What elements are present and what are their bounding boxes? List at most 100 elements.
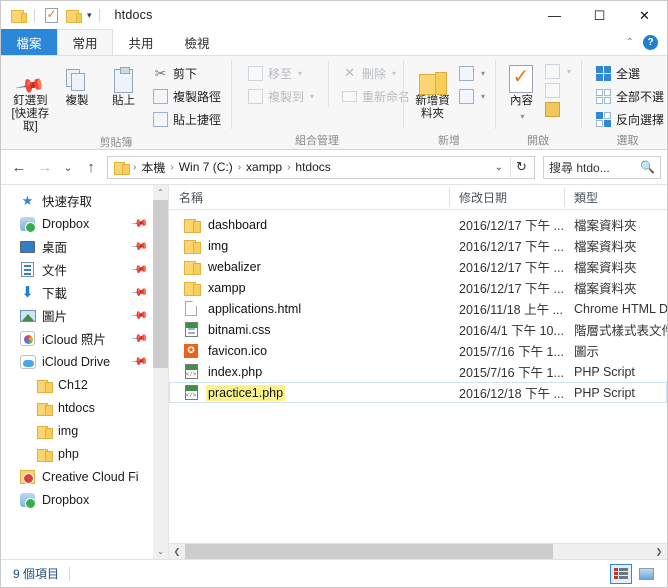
sidebar-item-label: Dropbox [42, 492, 90, 507]
column-header-name[interactable]: 名稱 [169, 185, 449, 210]
tab-file[interactable]: 檔案 [1, 29, 57, 55]
qat-folder-icon[interactable] [9, 6, 27, 24]
pin-to-quick-access-button[interactable]: 📌 釘選到 [快速存取] [8, 61, 53, 134]
breadcrumb-dropdown-icon[interactable]: ⌄ [489, 162, 509, 173]
table-row[interactable]: practice1.php 2016/12/18 下午 ... PHP Script [169, 382, 667, 403]
file-rows: dashboard 2016/12/17 下午 ... 檔案資料夾 img 2016/1… [169, 210, 667, 543]
properties-dropdown-icon[interactable]: ▾ [520, 110, 524, 123]
forward-button[interactable]: → [33, 155, 57, 179]
open-with-dropdown-icon[interactable]: ▾ [567, 67, 571, 76]
sidebar-item-icloud-照片[interactable]: iCloud 照片 📌 [1, 327, 153, 350]
table-row[interactable]: bitnami.css 2016/4/1 下午 10... 階層式樣式表文件 [169, 319, 667, 340]
sidebar-pin-icon[interactable]: 📌 [131, 283, 150, 302]
sidebar-item-圖片[interactable]: 圖片 📌 [1, 304, 153, 327]
table-row[interactable]: img 2016/12/17 下午 ... 檔案資料夾 [169, 235, 667, 256]
close-button[interactable]: ✕ [622, 1, 667, 29]
new-item-button[interactable]: ▾ [454, 62, 489, 84]
nav-scroll-down-button[interactable]: ⌄ [153, 544, 168, 559]
breadcrumb-item-1[interactable]: Win 7 (C:) [176, 160, 236, 174]
thumbnail-view-button[interactable] [635, 564, 657, 584]
table-row[interactable]: applications.html 2016/11/18 上午 ... Chrome… [169, 298, 667, 319]
dropbox-icon [19, 491, 36, 509]
table-row[interactable]: dashboard 2016/12/17 下午 ... 檔案資料夾 [169, 214, 667, 235]
tab-home[interactable]: 常用 [57, 29, 113, 55]
breadcrumb-item-2[interactable]: xampp [243, 160, 285, 174]
sidebar-item-htdocs[interactable]: htdocs [1, 396, 153, 419]
maximize-button[interactable]: ☐ [577, 1, 622, 29]
horizontal-scrollbar[interactable]: ❮ ❯ [169, 543, 667, 559]
table-row[interactable]: index.php 2015/7/16 下午 1... PHP Script [169, 361, 667, 382]
easy-access-dropdown-icon[interactable]: ▾ [481, 92, 485, 101]
copy-button[interactable]: 複製 [55, 61, 100, 108]
sidebar-item-dropbox[interactable]: Dropbox 📌 [1, 212, 153, 235]
breadcrumb-item-3[interactable]: htdocs [292, 160, 333, 174]
up-button[interactable]: ↑ [79, 155, 103, 179]
details-view-button[interactable] [610, 563, 632, 584]
table-row[interactable]: ✪ favicon.ico 2015/7/16 下午 1... 圖示 [169, 340, 667, 361]
sidebar-pin-icon[interactable]: 📌 [131, 352, 150, 371]
paste-shortcut-button[interactable]: 貼上捷徑 [148, 108, 225, 130]
qat-new-folder-icon[interactable] [64, 6, 82, 24]
open-with-button[interactable]: ▾ [540, 62, 575, 80]
refresh-button[interactable]: ↻ [510, 155, 532, 179]
column-header-type[interactable]: 類型 [564, 185, 667, 210]
sidebar-pin-icon[interactable]: 📌 [131, 329, 150, 348]
navigation-scrollbar[interactable]: ⌃ ⌄ [153, 185, 168, 559]
tab-view[interactable]: 檢視 [169, 29, 225, 55]
sidebar-item-creative-cloud-fi[interactable]: Creative Cloud Fi [1, 465, 153, 488]
nav-scrollbar-thumb[interactable] [153, 200, 168, 368]
select-all-button[interactable]: 全選 [591, 62, 668, 84]
sidebar-item-icloud-drive[interactable]: iCloud Drive 📌 [1, 350, 153, 373]
sidebar-item-img[interactable]: img [1, 419, 153, 442]
copy-path-button[interactable]: 複製路徑 [148, 85, 225, 107]
sidebar-pin-icon[interactable]: 📌 [131, 306, 150, 325]
help-icon[interactable]: ? [643, 34, 658, 50]
sidebar-item-文件[interactable]: 文件 📌 [1, 258, 153, 281]
search-input[interactable]: 搜尋 htdo... 🔍 [543, 155, 661, 179]
move-to-dropdown-icon[interactable]: ▾ [298, 69, 302, 78]
table-row[interactable]: xampp 2016/12/17 下午 ... 檔案資料夾 [169, 277, 667, 298]
breadcrumb-item-0[interactable]: 本機 [138, 159, 168, 176]
sidebar-item-dropbox[interactable]: Dropbox [1, 488, 153, 511]
back-button[interactable]: ← [7, 155, 31, 179]
qat-customize-dropdown-icon[interactable]: ▾ [87, 10, 92, 21]
hscroll-thumb[interactable] [185, 544, 554, 559]
tab-share[interactable]: 共用 [113, 29, 169, 55]
sidebar-pin-icon[interactable]: 📌 [131, 260, 150, 279]
copy-path-label: 複製路徑 [172, 89, 221, 104]
easy-access-button[interactable]: ▾ [454, 85, 489, 107]
move-to-button[interactable]: 移至 ▾ [243, 62, 318, 84]
sidebar-item-php[interactable]: php [1, 442, 153, 465]
sidebar-item-桌面[interactable]: 桌面 📌 [1, 235, 153, 258]
hscroll-right-button[interactable]: ❯ [651, 544, 667, 559]
nav-scroll-up-button[interactable]: ⌃ [153, 185, 168, 200]
new-folder-button[interactable]: 新增資料夾 [413, 61, 452, 121]
cut-button[interactable]: ✂ 剪下 [148, 62, 225, 84]
hscroll-left-button[interactable]: ❮ [169, 544, 185, 559]
recent-locations-button[interactable]: ⌄ [59, 155, 77, 179]
delete-dropdown-icon[interactable]: ▾ [392, 69, 396, 78]
history-button[interactable] [540, 100, 575, 118]
sidebar-item-ch12[interactable]: Ch12 [1, 373, 153, 396]
qat-properties-icon[interactable] [42, 6, 60, 24]
cut-label: 剪下 [172, 66, 197, 81]
invert-selection-button[interactable]: 反向選擇 [591, 108, 668, 130]
copy-to-dropdown-icon[interactable]: ▾ [310, 92, 314, 101]
paste-button[interactable]: 貼上 [101, 61, 146, 108]
new-item-dropdown-icon[interactable]: ▾ [481, 69, 485, 78]
copy-to-button[interactable]: 複製到 ▾ [243, 85, 318, 107]
hscroll-track[interactable] [185, 544, 651, 559]
sidebar-item-下載[interactable]: ⬇ 下載 📌 [1, 281, 153, 304]
breadcrumb[interactable]: › 本機 › Win 7 (C:) › xampp › htdocs ⌄ ↻ [107, 155, 535, 179]
main-area: ★ 快速存取 Dropbox 📌 桌面 📌 文件 📌 ⬇ 下載 📌 圖片 📌 iCloud 照片 📌 iClo… [1, 184, 667, 559]
column-header-date[interactable]: 修改日期 [449, 185, 564, 210]
select-none-button[interactable]: 全部不選 [591, 85, 668, 107]
edit-button[interactable] [540, 81, 575, 99]
minimize-button[interactable]: — [532, 1, 577, 29]
collapse-ribbon-icon[interactable]: ⌃ [626, 37, 634, 48]
sidebar-item-快速存取[interactable]: ★ 快速存取 [1, 189, 153, 212]
table-row[interactable]: webalizer 2016/12/17 下午 ... 檔案資料夾 [169, 256, 667, 277]
sidebar-pin-icon[interactable]: 📌 [131, 237, 150, 256]
sidebar-pin-icon[interactable]: 📌 [131, 214, 150, 233]
properties-button[interactable]: 內容 ▾ [505, 61, 538, 123]
